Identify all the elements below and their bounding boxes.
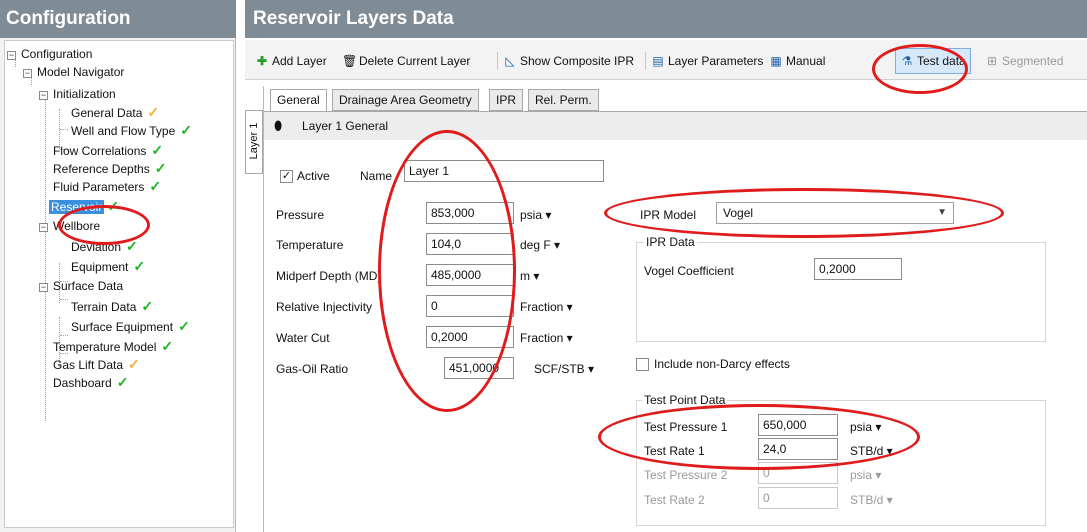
tree-node-surface-data[interactable]: − Surface Data: [39, 277, 125, 295]
tree-node-gas-lift-data[interactable]: Gas Lift Data ✓: [51, 355, 140, 373]
layer-parameters-button[interactable]: ▤ Layer Parameters: [651, 50, 763, 72]
midperf-label: Midperf Depth (MD): [276, 269, 382, 283]
vogel-coefficient-input[interactable]: 0,2000: [814, 258, 902, 280]
tree-node-dashboard[interactable]: Dashboard ✓: [51, 373, 128, 391]
plus-icon: ✚: [256, 54, 268, 68]
tab-rel-perm[interactable]: Rel. Perm.: [528, 89, 599, 111]
check-icon: ✓: [178, 318, 190, 334]
tree-node-fluid-parameters[interactable]: Fluid Parameters ✓: [51, 177, 161, 195]
relative-injectivity-unit-dropdown[interactable]: Fraction ▾: [520, 300, 573, 314]
check-icon: ✓: [180, 122, 193, 138]
tab-ipr[interactable]: IPR: [489, 89, 524, 111]
check-icon: ✓: [151, 142, 164, 158]
test-point-highlight-oval: [598, 404, 920, 470]
active-checkbox[interactable]: ✓: [280, 170, 293, 183]
check-icon: ✓: [149, 178, 162, 194]
table-icon: ▤: [652, 54, 664, 68]
tree-node-well-flow-type[interactable]: Well and Flow Type ✓: [69, 121, 192, 139]
segmented-button[interactable]: ⊞ Segmented: [985, 50, 1063, 72]
reservoir-layers-title: Reservoir Layers Data: [245, 0, 1087, 38]
manual-icon: ▦: [770, 54, 782, 68]
tree-node-flow-correlations[interactable]: Flow Correlations ✓: [51, 141, 163, 159]
water-cut-unit-dropdown[interactable]: Fraction ▾: [520, 331, 573, 345]
test-rate-2-input[interactable]: 0: [758, 487, 838, 509]
tab-general[interactable]: General: [270, 89, 327, 112]
collapse-icon[interactable]: −: [39, 91, 48, 100]
non-darcy-checkbox[interactable]: [636, 358, 649, 371]
show-composite-ipr-button[interactable]: ◺ Show Composite IPR: [503, 50, 634, 72]
tab-drainage-area-geometry[interactable]: Drainage Area Geometry: [332, 89, 479, 111]
pressure-unit-dropdown[interactable]: psia ▾: [520, 208, 551, 222]
test-pressure-2-unit-dropdown[interactable]: psia ▾: [850, 468, 881, 482]
warning-check-icon: ✓: [147, 104, 160, 120]
gas-oil-ratio-label: Gas-Oil Ratio: [276, 362, 349, 376]
relative-injectivity-label: Relative Injectivity: [276, 300, 373, 314]
test-rate-2-unit-dropdown[interactable]: STB/d ▾: [850, 493, 893, 507]
ipr-model-highlight-oval: [604, 188, 1004, 238]
warning-check-icon: ✓: [128, 356, 140, 372]
test-pressure-2-label: Test Pressure 2: [644, 468, 728, 482]
layer-icon: ⬮: [274, 118, 283, 133]
non-darcy-label: Include non-Darcy effects: [654, 357, 790, 371]
check-icon: ✓: [141, 298, 154, 314]
test-data-highlight-oval: [872, 44, 968, 94]
midperf-unit-dropdown[interactable]: m ▾: [520, 269, 539, 283]
active-label: Active: [297, 169, 330, 183]
test-rate-2-label: Test Rate 2: [644, 493, 705, 507]
chart-icon: ◺: [505, 54, 515, 68]
tree-node-surface-equipment[interactable]: Surface Equipment ✓: [69, 317, 190, 335]
tree-node-configuration[interactable]: − Configuration: [7, 45, 94, 63]
tree-node-terrain-data[interactable]: Terrain Data ✓: [69, 297, 153, 315]
tree-node-initialization[interactable]: − Initialization: [39, 85, 118, 103]
ipr-data-group: [636, 242, 1046, 342]
layer-header-bar: ⬮ Layer 1 General: [264, 112, 1087, 140]
tree-node-temperature-model[interactable]: Temperature Model ✓: [51, 337, 173, 355]
temperature-unit-dropdown[interactable]: deg F ▾: [520, 238, 560, 252]
collapse-icon[interactable]: −: [39, 223, 48, 232]
pressure-label: Pressure: [276, 208, 325, 222]
ipr-data-title: IPR Data: [644, 235, 697, 249]
tree-node-reference-depths[interactable]: Reference Depths ✓: [51, 159, 166, 177]
temperature-label: Temperature: [276, 238, 344, 252]
add-layer-button[interactable]: ✚ Add Layer: [255, 50, 327, 72]
reservoir-highlight-oval: [58, 205, 150, 245]
delete-layer-button[interactable]: 🗑 Delete Current Layer: [342, 50, 470, 72]
tree-node-general-data[interactable]: General Data ✓: [69, 103, 159, 121]
segment-icon: ⊞: [986, 54, 998, 68]
configuration-panel: Configuration − Configuration − Model Navi…: [0, 0, 236, 532]
collapse-icon[interactable]: −: [7, 51, 16, 60]
collapse-icon[interactable]: −: [23, 69, 32, 78]
vogel-coefficient-label: Vogel Coefficient: [644, 264, 734, 278]
water-cut-label: Water Cut: [276, 331, 330, 345]
manual-button[interactable]: ▦ Manual: [769, 50, 825, 72]
layer-side-tab[interactable]: Layer 1: [245, 110, 263, 174]
collapse-icon[interactable]: −: [39, 283, 48, 292]
tree-node-model-navigator[interactable]: − Model Navigator: [23, 63, 126, 81]
name-label: Name: [360, 169, 393, 183]
model-tree: − Configuration − Model Navigator − Initial…: [4, 40, 234, 528]
configuration-title: Configuration: [0, 0, 236, 38]
gas-oil-ratio-unit-dropdown[interactable]: SCF/STB ▾: [534, 362, 594, 376]
trash-icon: 🗑: [342, 54, 358, 68]
check-icon: ✓: [116, 374, 129, 390]
check-icon: ✓: [161, 338, 174, 354]
check-icon: ✓: [154, 160, 167, 176]
tree-node-equipment[interactable]: Equipment ✓: [69, 257, 145, 275]
fields-highlight-oval: [378, 130, 516, 412]
check-icon: ✓: [133, 258, 146, 274]
